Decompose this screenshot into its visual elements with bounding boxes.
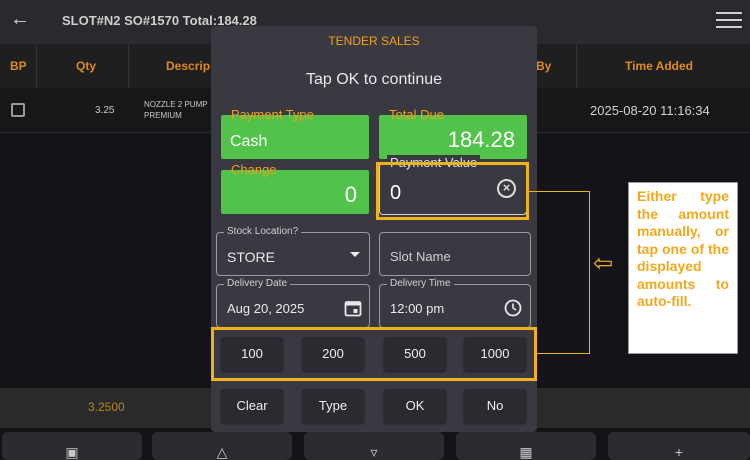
payment-type-field[interactable]: Payment Type Cash xyxy=(221,107,369,159)
stock-location-label: Stock Location? xyxy=(224,226,302,237)
row-time-added: 2025-08-20 11:16:34 xyxy=(590,103,710,118)
column-header-bp: BP xyxy=(10,59,27,73)
connector-line xyxy=(537,353,590,354)
trash-icon: ▣ xyxy=(65,444,79,460)
column-header-description: Descrip xyxy=(166,59,211,73)
slot-name-placeholder: Slot Name xyxy=(390,249,451,264)
add-button[interactable]: + xyxy=(608,432,750,460)
calculator-button[interactable]: ▦ xyxy=(456,432,596,460)
fuel-button[interactable]: △ xyxy=(152,432,292,460)
calendar-icon[interactable] xyxy=(344,299,362,317)
total-due-value: 184.28 xyxy=(447,127,515,152)
total-qty: 3.2500 xyxy=(88,400,125,414)
delete-button[interactable]: ▣ xyxy=(2,432,142,460)
row-checkbox[interactable] xyxy=(11,103,25,117)
back-arrow-icon[interactable]: ← xyxy=(10,8,30,31)
dialog-title: TENDER SALES xyxy=(328,34,420,48)
delivery-time-field[interactable]: Delivery Time 12:00 pm xyxy=(379,278,531,328)
column-divider xyxy=(36,44,37,88)
delivery-date-label: Delivery Date xyxy=(224,278,291,289)
left-arrow-icon: ⇦ xyxy=(593,250,614,277)
clock-icon[interactable] xyxy=(504,299,522,317)
delivery-time-value: 12:00 pm xyxy=(390,301,445,316)
change-field: Change 0 xyxy=(221,162,369,214)
calculator-icon: ▦ xyxy=(519,444,533,460)
no-button[interactable]: No xyxy=(464,389,526,423)
connector-line xyxy=(589,191,590,353)
column-divider xyxy=(128,44,129,88)
column-header-time-added: Time Added xyxy=(625,59,694,73)
flask-icon: △ xyxy=(216,444,228,460)
delivery-time-label: Delivery Time xyxy=(387,278,454,289)
filter-icon: ▿ xyxy=(370,444,378,460)
stock-location-value: STORE xyxy=(227,249,275,265)
hamburger-menu-icon[interactable] xyxy=(716,12,742,30)
column-header-qty: Qty xyxy=(76,59,97,73)
instruction-callout: Either type the amount manually, or tap … xyxy=(628,182,738,354)
quick-amounts-highlight xyxy=(211,327,537,381)
filter-button[interactable]: ▿ xyxy=(304,432,444,460)
total-due-label: Total Due xyxy=(389,107,444,122)
ok-button[interactable]: OK xyxy=(384,389,446,423)
pos-screen: ← SLOT#N2 SO#1570 Total:184.28 BP Qty De… xyxy=(0,0,750,460)
total-due-field: Total Due 184.28 xyxy=(379,107,527,159)
change-value: 0 xyxy=(344,182,357,207)
dropdown-caret-icon xyxy=(350,252,360,257)
row-qty: 3.25 xyxy=(95,105,115,116)
stock-location-select[interactable]: Stock Location? STORE xyxy=(216,226,370,276)
clear-button[interactable]: Clear xyxy=(221,389,283,423)
row-description: NOZZLE 2 PUMP PREMIUM xyxy=(144,100,208,120)
type-button[interactable]: Type xyxy=(302,389,364,423)
payment-type-label: Payment Type xyxy=(231,107,314,122)
delivery-date-field[interactable]: Delivery Date Aug 20, 2025 xyxy=(216,278,370,328)
change-label: Change xyxy=(231,162,277,177)
payment-value-highlight xyxy=(376,162,529,220)
slot-name-input[interactable]: Slot Name xyxy=(379,232,531,276)
dialog-instruction: Tap OK to continue xyxy=(305,71,443,88)
column-divider xyxy=(576,44,577,88)
connector-line xyxy=(529,191,589,192)
column-header-by: By xyxy=(536,59,552,73)
callout-text: Either type the amount manually, or tap … xyxy=(637,188,729,309)
plus-icon: + xyxy=(674,444,684,460)
payment-type-value: Cash xyxy=(230,133,268,150)
delivery-date-value: Aug 20, 2025 xyxy=(227,301,305,316)
